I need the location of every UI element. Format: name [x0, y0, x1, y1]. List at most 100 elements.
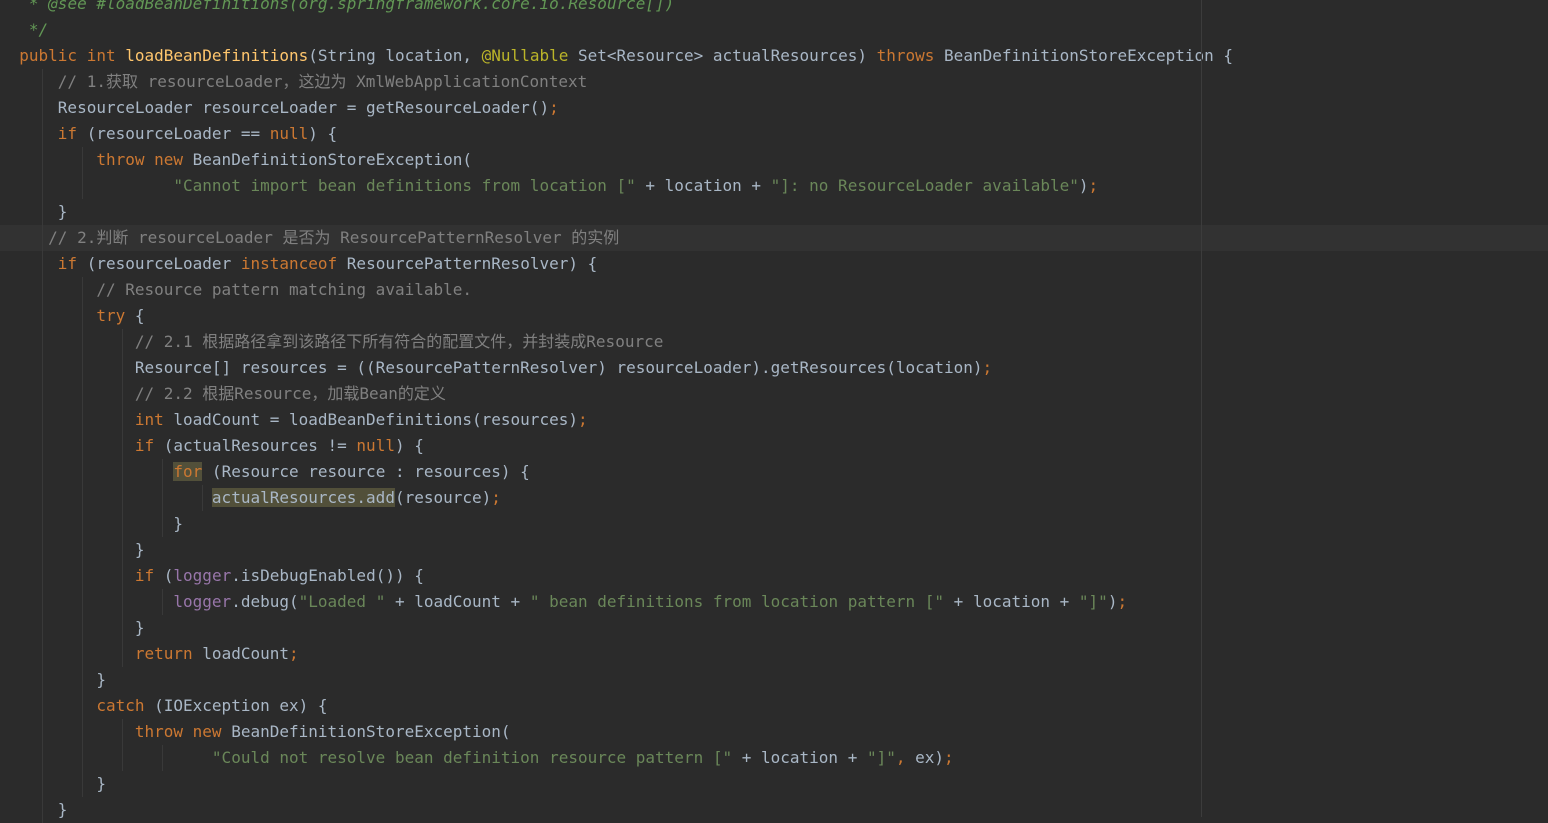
- indent-guide: [202, 485, 203, 511]
- code-line[interactable]: if (resourceLoader instanceof ResourcePa…: [0, 251, 1548, 277]
- code-token: if: [57, 124, 87, 143]
- code-token: throw new: [134, 722, 232, 741]
- code-line[interactable]: logger.debug("Loaded " + loadCount + " b…: [0, 589, 1548, 615]
- code-line[interactable]: public int loadBeanDefinitions(String lo…: [0, 43, 1548, 69]
- code-token: // 2.判断 resourceLoader 是否为 ResourcePatte…: [0, 228, 620, 247]
- code-token: ;: [549, 98, 559, 117]
- code-token: ;: [1088, 176, 1099, 195]
- code-line[interactable]: throw new BeanDefinitionStoreException(: [0, 719, 1548, 745]
- code-token: {: [134, 306, 145, 325]
- code-token: *: [0, 0, 49, 13]
- code-editor[interactable]: * @see #loadBeanDefinitions(org.springfr…: [0, 0, 1548, 823]
- code-token: "Cannot import bean definitions from loc…: [173, 176, 636, 195]
- code-line[interactable]: */: [0, 17, 1548, 43]
- code-token: + location +: [944, 592, 1079, 611]
- code-line[interactable]: // Resource pattern matching available.: [0, 277, 1548, 303]
- code-token: for: [173, 462, 203, 481]
- code-token: ResourceLoader resourceLoader = getResou…: [0, 98, 550, 117]
- code-token: */: [0, 20, 49, 39]
- code-token: ;: [982, 358, 993, 377]
- code-token: // 2.2 根据Resource，加载Bean的定义: [0, 384, 446, 403]
- code-token: int: [86, 46, 126, 65]
- code-line[interactable]: if (resourceLoader == null) {: [0, 121, 1548, 147]
- indent-guide: [82, 147, 83, 199]
- code-line[interactable]: // 1.获取 resourceLoader，这边为 XmlWebApplica…: [0, 69, 1548, 95]
- code-token: (Resource resource : resources) {: [202, 462, 530, 481]
- code-token: ResourcePatternResolver) {: [346, 254, 598, 273]
- code-line[interactable]: }: [0, 797, 1548, 823]
- code-token: logger: [173, 566, 232, 585]
- code-token: }: [0, 800, 68, 819]
- code-token: ;: [289, 644, 299, 663]
- code-line[interactable]: "Cannot import bean definitions from loc…: [0, 173, 1548, 199]
- code-token: return: [134, 644, 203, 663]
- code-line[interactable]: if (logger.isDebugEnabled()) {: [0, 563, 1548, 589]
- code-line[interactable]: // 2.1 根据路径拿到该路径下所有符合的配置文件，并封装成Resource: [0, 329, 1548, 355]
- code-token: "Could not resolve bean definition resou…: [211, 748, 733, 767]
- code-token: if: [134, 436, 164, 455]
- code-line[interactable]: throw new BeanDefinitionStoreException(: [0, 147, 1548, 173]
- code-token: if: [57, 254, 87, 273]
- code-line[interactable]: }: [0, 771, 1548, 797]
- code-token: ): [1107, 592, 1118, 611]
- code-token: ,: [895, 748, 916, 767]
- code-token: }: [0, 202, 68, 221]
- code-line[interactable]: }: [0, 199, 1548, 225]
- code-token: throws: [876, 46, 945, 65]
- code-token: null: [356, 436, 395, 455]
- code-token: try: [96, 306, 135, 325]
- code-token: }: [0, 514, 184, 533]
- code-line[interactable]: }: [0, 667, 1548, 693]
- code-line[interactable]: ResourceLoader resourceLoader = getResou…: [0, 95, 1548, 121]
- indent-guide: [122, 719, 123, 771]
- code-line[interactable]: }: [0, 615, 1548, 641]
- code-token: #loadBeanDefinitions(org.springframework…: [86, 0, 675, 13]
- code-token: "]": [1078, 592, 1108, 611]
- code-token: + location +: [635, 176, 771, 195]
- code-line[interactable]: catch (IOException ex) {: [0, 693, 1548, 719]
- code-token: actualResources.add: [211, 488, 395, 507]
- code-token: BeanDefinitionStoreException(: [231, 722, 511, 741]
- code-line[interactable]: "Could not resolve bean definition resou…: [0, 745, 1548, 771]
- code-line[interactable]: * @see #loadBeanDefinitions(org.springfr…: [0, 0, 1548, 17]
- code-token: ;: [491, 488, 501, 507]
- code-line[interactable]: // 2.2 根据Resource，加载Bean的定义: [0, 381, 1548, 407]
- code-token: }: [0, 774, 106, 793]
- code-token: ;: [577, 410, 588, 429]
- code-line[interactable]: int loadCount = loadBeanDefinitions(reso…: [0, 407, 1548, 433]
- code-token: BeanDefinitionStoreException {: [944, 46, 1234, 65]
- code-token: (IOException ex) {: [154, 696, 328, 715]
- code-line[interactable]: }: [0, 537, 1548, 563]
- code-token: Set<Resource> actualResources): [568, 46, 877, 65]
- code-token: ): [1078, 176, 1089, 195]
- code-line[interactable]: Resource[] resources = ((ResourcePattern…: [0, 355, 1548, 381]
- code-line[interactable]: // 2.判断 resourceLoader 是否为 ResourcePatte…: [0, 225, 1548, 251]
- code-line[interactable]: for (Resource resource : resources) {: [0, 459, 1548, 485]
- code-token: (resource): [394, 488, 492, 507]
- code-token: @Nullable: [481, 46, 569, 65]
- code-token: if: [134, 566, 164, 585]
- code-token: catch: [96, 696, 155, 715]
- code-token: loadBeanDefinitions: [125, 46, 309, 65]
- code-token: public: [0, 46, 87, 65]
- code-token: (actualResources !=: [163, 436, 357, 455]
- code-line[interactable]: }: [0, 511, 1548, 537]
- code-line[interactable]: if (actualResources != null) {: [0, 433, 1548, 459]
- indent-guide: [162, 459, 163, 537]
- code-line[interactable]: actualResources.add(resource);: [0, 485, 1548, 511]
- code-token: " bean definitions from location pattern…: [529, 592, 945, 611]
- code-token: @see: [48, 0, 87, 13]
- indent-guide: [162, 745, 163, 771]
- code-line[interactable]: return loadCount;: [0, 641, 1548, 667]
- code-token: // Resource pattern matching available.: [0, 280, 473, 299]
- code-line[interactable]: try {: [0, 303, 1548, 329]
